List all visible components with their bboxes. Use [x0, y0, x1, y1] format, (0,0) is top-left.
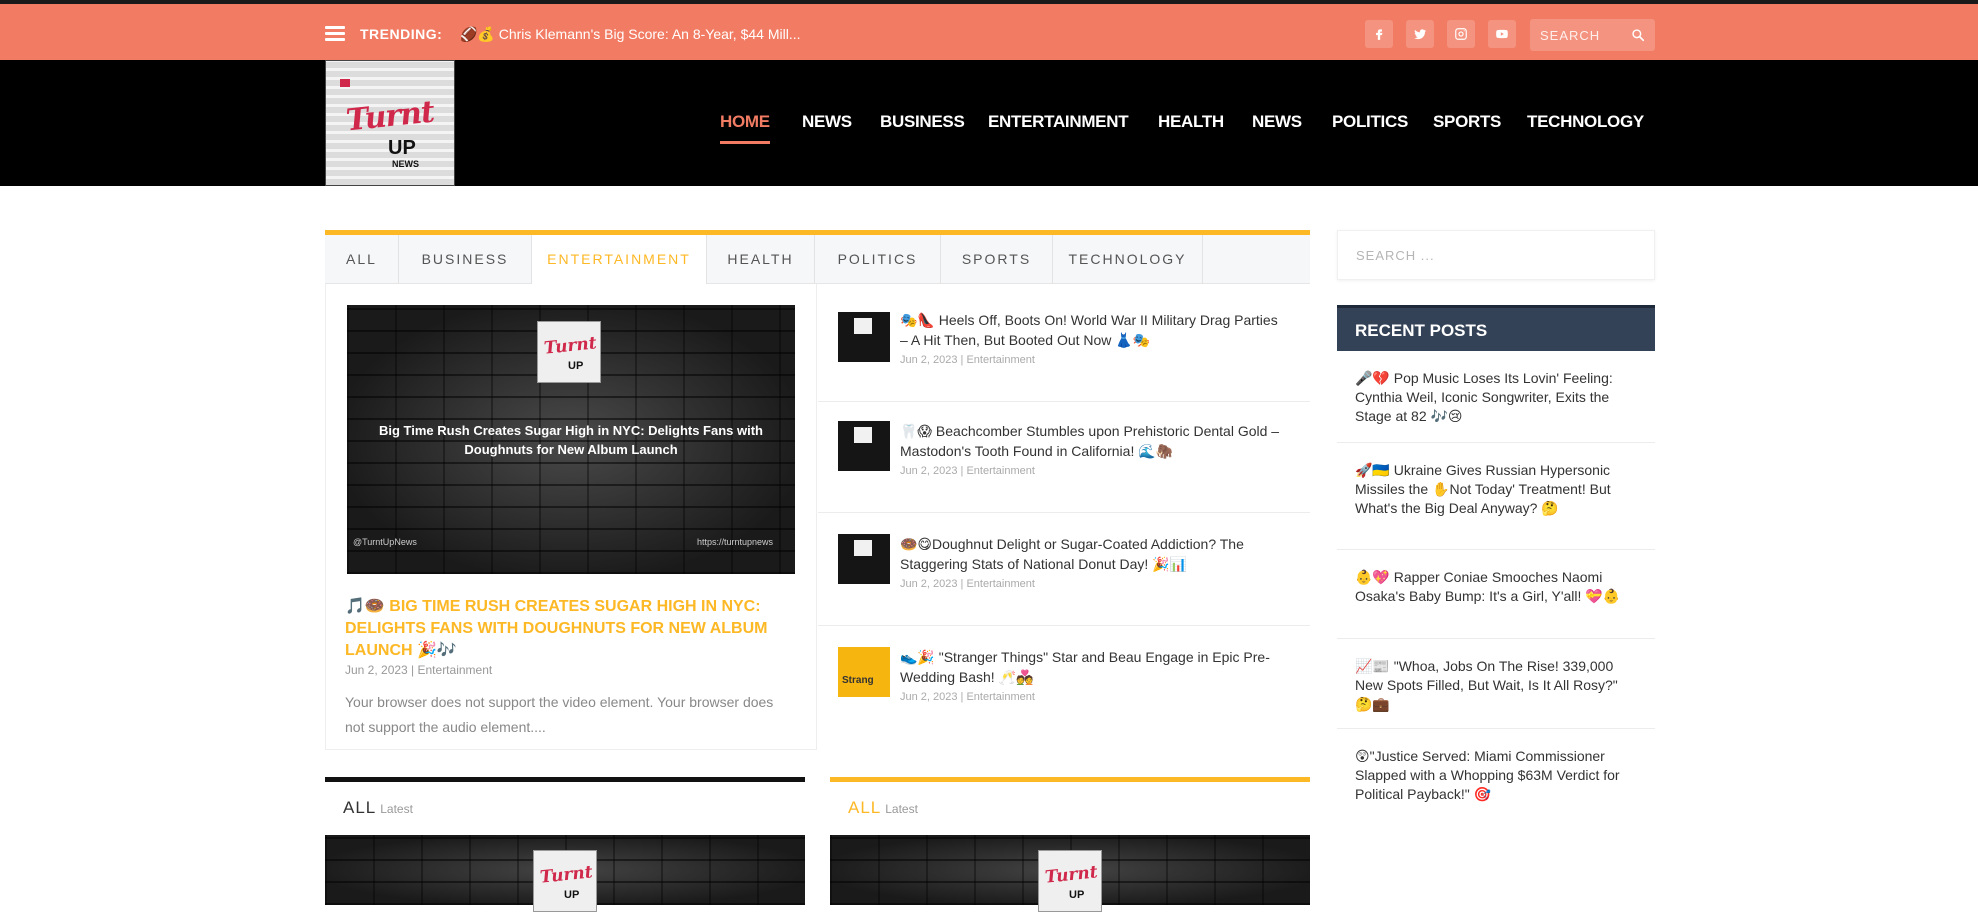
- tab-entertainment[interactable]: ENTERTAINMENT: [532, 235, 707, 284]
- menu-icon[interactable]: [325, 26, 345, 42]
- article-title-link[interactable]: 🦷😱 Beachcomber Stumbles upon Prehistoric…: [900, 421, 1280, 461]
- tab-sports[interactable]: SPORTS: [941, 235, 1053, 284]
- block-heading: ALL Latest: [343, 798, 413, 817]
- video-url: https://turntupnews: [697, 537, 774, 547]
- article-thumbnail[interactable]: Strang: [838, 647, 890, 697]
- tab-technology[interactable]: TECHNOLOGY: [1053, 235, 1203, 284]
- tab-all[interactable]: ALL: [325, 235, 399, 284]
- video-logo: Turnt UP: [537, 321, 601, 383]
- list-item[interactable]: Strang 👟🎉 "Stranger Things" Star and Bea…: [818, 627, 1310, 739]
- youtube-icon[interactable]: [1488, 20, 1516, 48]
- latest-thumbnail[interactable]: Turnt UP: [325, 835, 805, 912]
- tab-politics[interactable]: POLITICS: [815, 235, 941, 284]
- video-logo: Turnt UP: [533, 850, 597, 912]
- article-thumbnail[interactable]: [838, 421, 890, 471]
- logo-flag-icon: [340, 79, 350, 87]
- category-tabs: ALL BUSINESS ENTERTAINMENT HEALTH POLITI…: [325, 230, 1310, 284]
- article-thumbnail[interactable]: [838, 534, 890, 584]
- article-meta: Jun 2, 2023 | Entertainment: [900, 354, 1035, 366]
- article-title-link[interactable]: 👟🎉 "Stranger Things" Star and Beau Engag…: [900, 647, 1280, 687]
- top-search-input[interactable]: [1530, 19, 1625, 51]
- search-icon[interactable]: [1631, 28, 1645, 42]
- article-title-link[interactable]: 🍩😋Doughnut Delight or Sugar-Coated Addic…: [900, 534, 1280, 574]
- trending-label: TRENDING:: [360, 26, 443, 42]
- nav-news[interactable]: NEWS: [802, 112, 852, 132]
- sidebar-search-input[interactable]: [1338, 231, 1654, 279]
- top-search-box: [1530, 19, 1655, 51]
- block-heading: ALL Latest: [848, 798, 918, 817]
- nav-technology[interactable]: TECHNOLOGY: [1527, 112, 1644, 132]
- logo-up-text: UP: [388, 137, 416, 159]
- top-bar: TRENDING: 🏈💰 Chris Klemann's Big Score: …: [0, 0, 1978, 60]
- video-logo: Turnt UP: [1038, 850, 1102, 912]
- featured-excerpt: Your browser does not support the video …: [345, 694, 774, 735]
- recent-post-link[interactable]: 👶💖 Rapper Coniae Smooches Naomi Osaka's …: [1337, 550, 1655, 639]
- facebook-icon[interactable]: [1365, 20, 1393, 48]
- tab-business[interactable]: BUSINESS: [399, 235, 532, 284]
- list-item[interactable]: 🍩😋Doughnut Delight or Sugar-Coated Addic…: [818, 514, 1310, 626]
- logo-news-text: NEWS: [392, 159, 419, 169]
- recent-posts-heading: RECENT POSTS: [1337, 305, 1655, 351]
- nav-sports[interactable]: SPORTS: [1433, 112, 1501, 132]
- list-item[interactable]: 🦷😱 Beachcomber Stumbles upon Prehistoric…: [818, 401, 1310, 513]
- video-handle: @TurntUpNews: [353, 537, 417, 547]
- recent-post-link[interactable]: 🚀🇺🇦 Ukraine Gives Russian Hypersonic Mis…: [1337, 443, 1655, 550]
- article-meta: Jun 2, 2023 | Entertainment: [900, 578, 1035, 590]
- article-meta: Jun 2, 2023 | Entertainment: [900, 691, 1035, 703]
- twitter-icon[interactable]: [1406, 20, 1434, 48]
- recent-post-link[interactable]: 😲"Justice Served: Miami Commissioner Sla…: [1337, 729, 1655, 821]
- nav-news-2[interactable]: NEWS: [1252, 112, 1302, 132]
- recent-post-link[interactable]: 🎤💔 Pop Music Loses Its Lovin' Feeling: C…: [1337, 351, 1655, 443]
- latest-block: ALL Latest Turnt UP: [830, 777, 1310, 912]
- recent-post-link[interactable]: 📈📰 "Whoa, Jobs On The Rise! 339,000 New …: [1337, 639, 1655, 729]
- instagram-icon[interactable]: [1447, 20, 1475, 48]
- latest-block: ALL Latest Turnt UP: [325, 777, 805, 912]
- site-logo[interactable]: Turnt UP NEWS: [325, 60, 455, 186]
- tab-health[interactable]: HEALTH: [707, 235, 815, 284]
- video-caption: Big Time Rush Creates Sugar High in NYC:…: [378, 423, 764, 457]
- latest-thumbnail[interactable]: Turnt UP: [830, 835, 1310, 912]
- article-thumbnail[interactable]: [838, 312, 890, 362]
- nav-business[interactable]: BUSINESS: [880, 112, 965, 132]
- nav-home[interactable]: HOME: [720, 112, 770, 144]
- article-meta: Jun 2, 2023 | Entertainment: [900, 465, 1035, 477]
- nav-entertainment[interactable]: ENTERTAINMENT: [988, 112, 1129, 132]
- trending-headline-link[interactable]: 🏈💰 Chris Klemann's Big Score: An 8-Year,…: [460, 26, 801, 43]
- nav-politics[interactable]: POLITICS: [1332, 112, 1408, 132]
- sidebar-search-box: [1337, 230, 1655, 280]
- list-item[interactable]: 🎭👠 Heels Off, Boots On! World War II Mil…: [818, 290, 1310, 402]
- featured-title-link[interactable]: 🎵🍩 BIG TIME RUSH CREATES SUGAR HIGH IN N…: [345, 596, 795, 662]
- featured-meta: Jun 2, 2023 | Entertainment: [345, 663, 493, 677]
- nav-health[interactable]: HEALTH: [1158, 112, 1224, 132]
- article-title-link[interactable]: 🎭👠 Heels Off, Boots On! World War II Mil…: [900, 310, 1280, 350]
